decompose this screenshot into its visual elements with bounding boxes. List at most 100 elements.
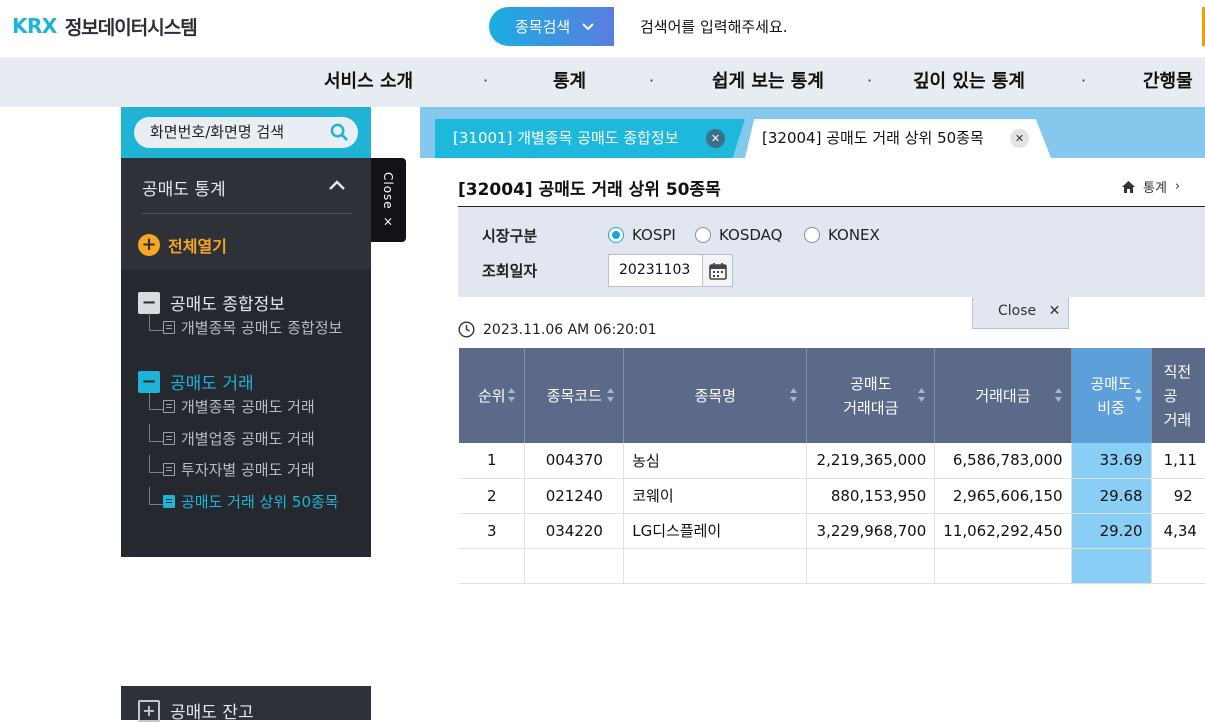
table-row[interactable]: 3 034220 LG디스플레이 3,229,968,700 11,062,29… <box>459 513 1205 549</box>
main-nav: 서비스 소개 · 통계 · 쉽게 보는 통계 · 깊이 있는 통계 · 간행물 <box>0 57 1205 107</box>
sidebar-group-short-selling-overview[interactable]: − 공매도 종합정보 <box>138 290 285 315</box>
close-icon[interactable]: ✕ <box>1010 129 1029 148</box>
nav-separator: · <box>483 71 489 90</box>
col-header-prev[interactable]: 직전 공 거래 <box>1151 348 1205 443</box>
tab-bar: [31001] 개별종목 공매도 종합정보 ✕ [32004] 공매도 거래 상… <box>420 107 1205 158</box>
screen-search-placeholder: 화면번호/화면명 검색 <box>150 123 285 141</box>
sidebar-group-short-selling-balance[interactable]: + 공매도 잔고 <box>138 698 254 723</box>
search-type-label: 종목검색 <box>515 18 571 36</box>
sidebar-item-sector-trades[interactable]: 개별업종 공매도 거래 <box>149 424 315 448</box>
radio-kosdaq[interactable]: KOSDAQ <box>695 226 782 244</box>
nav-item-easy-statistics[interactable]: 쉽게 보는 통계 <box>712 57 824 107</box>
sidebar-item-label: 개별종목 공매도 거래 <box>181 397 315 416</box>
chevron-down-icon <box>582 20 594 34</box>
calendar-button[interactable] <box>702 254 733 287</box>
krx-logo[interactable]: KRX 정보데이터시스템 <box>12 10 198 42</box>
nav-separator: · <box>867 71 873 90</box>
sidebar-section-header[interactable]: 공매도 통계 <box>121 158 371 212</box>
sidebar-item-top50-trades[interactable]: 공매도 거래 상위 50종목 <box>149 487 339 511</box>
sidebar-close-button[interactable]: Close × <box>371 158 406 242</box>
col-header-name[interactable]: 종목명 <box>623 348 808 443</box>
plus-circle-icon: + <box>138 234 160 256</box>
table-row[interactable]: 1 004370 농심 2,219,365,000 6,586,783,000 … <box>459 443 1205 479</box>
radio-icon <box>695 227 711 243</box>
radio-kospi[interactable]: KOSPI <box>608 226 676 244</box>
col-header-rank[interactable]: 순위 <box>459 348 526 443</box>
cell-code: 034220 <box>524 513 625 549</box>
search-filter-panel: 시장구분 KOSPI KOSDAQ KONEX 조회일자 20231103 <box>458 207 1205 297</box>
header-label: 공매도 거래대금 <box>843 374 899 417</box>
tab-32004[interactable]: [32004] 공매도 거래 상위 50종목 ✕ <box>745 119 1051 158</box>
open-all-button[interactable]: + 전체열기 <box>138 233 227 257</box>
cell-prev <box>1151 548 1205 584</box>
cell-trade-amount <box>934 548 1072 584</box>
sidebar-item-individual-trades[interactable]: 개별종목 공매도 거래 <box>149 392 315 416</box>
sidebar-group-short-selling-trades[interactable]: − 공매도 거래 <box>138 369 254 394</box>
nav-item-statistics[interactable]: 통계 <box>553 57 586 107</box>
search-icon[interactable] <box>330 123 349 142</box>
sidebar-section-title: 공매도 통계 <box>142 180 226 200</box>
radio-label: KOSDAQ <box>719 226 783 244</box>
timestamp-text: 2023.11.06 AM 06:20:01 <box>483 321 657 338</box>
radio-konex[interactable]: KONEX <box>804 226 880 244</box>
search-input[interactable] <box>614 7 1205 46</box>
clock-icon <box>458 321 475 338</box>
breadcrumb-separator: › <box>1174 179 1181 194</box>
home-icon[interactable] <box>1122 180 1135 193</box>
sort-icon <box>1054 388 1062 402</box>
collapse-icon: − <box>138 370 160 393</box>
sort-icon <box>918 388 926 402</box>
document-icon <box>163 399 175 413</box>
col-header-short-amount[interactable]: 공매도 거래대금 <box>806 348 936 443</box>
sidebar-group-label: 공매도 거래 <box>170 374 254 394</box>
sidebar-item-individual-overview[interactable]: 개별종목 공매도 종합정보 <box>149 313 343 337</box>
sidebar-item-label: 공매도 거래 상위 50종목 <box>181 492 339 511</box>
breadcrumb-item[interactable]: 통계 <box>1143 177 1167 196</box>
close-icon[interactable]: ✕ <box>706 129 725 148</box>
radio-label: KOSPI <box>632 226 676 244</box>
date-field[interactable]: 20231103 <box>608 254 703 287</box>
cell-rank: 2 <box>459 478 526 514</box>
cell-name: 코웨이 <box>623 478 808 514</box>
date-label: 조회일자 <box>482 262 538 280</box>
document-icon <box>163 320 175 334</box>
col-header-short-ratio[interactable]: 공매도 비중 <box>1071 348 1152 443</box>
nav-item-service-intro[interactable]: 서비스 소개 <box>324 57 413 107</box>
header-label: 종목코드 <box>546 386 602 405</box>
sidebar-item-investor-trades[interactable]: 투자자별 공매도 거래 <box>149 455 315 479</box>
close-icon: ✕ <box>1048 303 1061 319</box>
sidebar-group-label: 공매도 종합정보 <box>170 295 285 315</box>
header-label: 종목명 <box>694 386 736 405</box>
tab-31001[interactable]: [31001] 개별종목 공매도 종합정보 ✕ <box>435 119 745 158</box>
sidebar-item-label: 개별종목 공매도 종합정보 <box>181 318 343 337</box>
tree-connector <box>149 455 163 473</box>
divider <box>142 213 352 214</box>
cell-short-amount: 3,229,968,700 <box>806 513 936 549</box>
search-type-select[interactable]: 종목검색 <box>489 7 614 46</box>
table-row[interactable]: 2 021240 코웨이 880,153,950 2,965,606,150 2… <box>459 478 1205 514</box>
screen-search-input[interactable]: 화면번호/화면명 검색 <box>134 117 358 148</box>
filter-close-button[interactable]: Close ✕ <box>972 297 1069 329</box>
sidebar-search: 화면번호/화면명 검색 <box>121 107 371 158</box>
timestamp: 2023.11.06 AM 06:20:01 <box>458 321 657 338</box>
sidebar-group-balance-row: + 공매도 잔고 <box>121 686 371 723</box>
col-header-code[interactable]: 종목코드 <box>524 348 625 443</box>
open-all-label: 전체열기 <box>168 237 227 256</box>
cell-name <box>623 548 808 584</box>
global-search: 종목검색 <box>489 7 1205 46</box>
sort-icon <box>790 388 798 402</box>
nav-item-deep-statistics[interactable]: 깊이 있는 통계 <box>913 57 1025 107</box>
tree-connector <box>149 392 163 410</box>
radio-label: KONEX <box>828 226 880 244</box>
nav-item-publications[interactable]: 간행물 <box>1143 57 1193 107</box>
header-label: 순위 <box>477 386 506 405</box>
top50-table: 순위 종목코드 종목명 공매도 거래대금 거래대금 공매도 비중 직전 공 거래… <box>459 348 1205 584</box>
col-header-trade-amount[interactable]: 거래대금 <box>934 348 1072 443</box>
table-row[interactable] <box>459 548 1205 584</box>
sidebar-group-label: 공매도 잔고 <box>170 703 254 723</box>
calendar-icon <box>708 262 727 280</box>
cell-short-amount <box>806 548 936 584</box>
nav-separator: · <box>1081 71 1087 90</box>
table-header-row: 순위 종목코드 종목명 공매도 거래대금 거래대금 공매도 비중 직전 공 거래 <box>459 348 1205 443</box>
collapse-icon: − <box>138 291 160 314</box>
